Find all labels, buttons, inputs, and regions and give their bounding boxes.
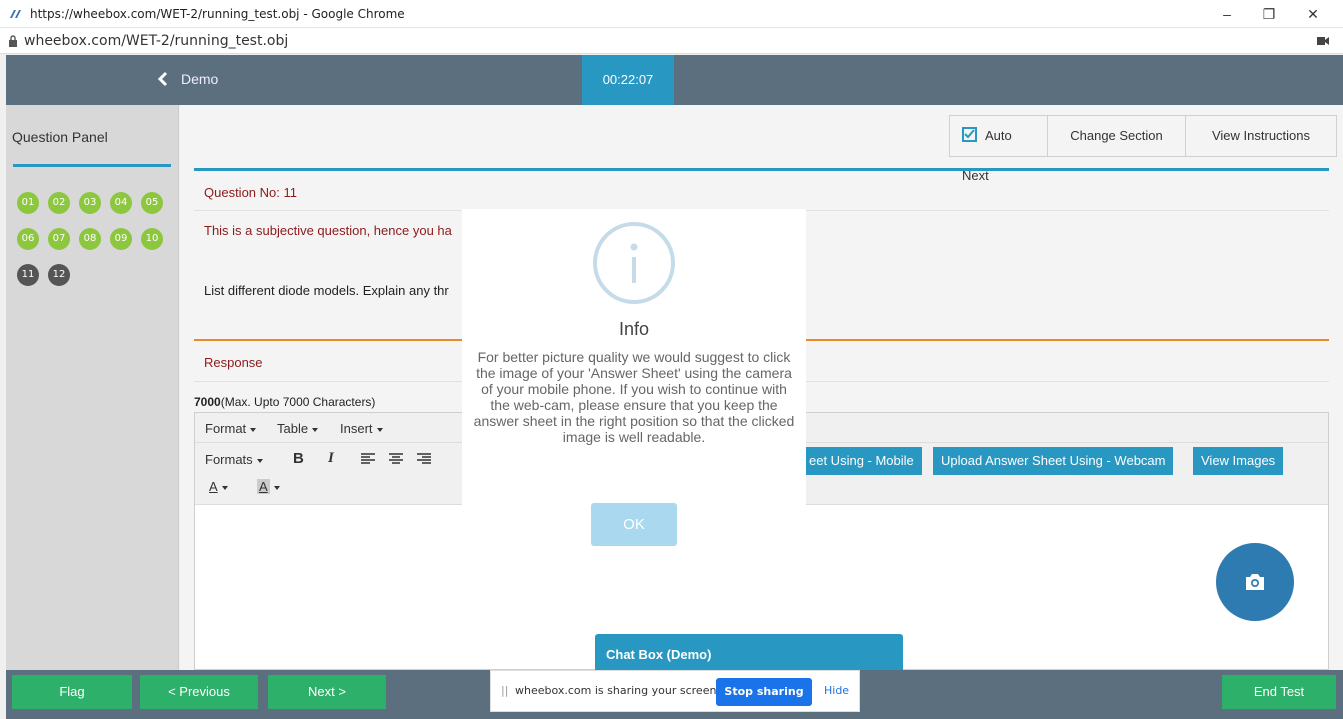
response-label: Response (204, 355, 263, 370)
question-bubble-05[interactable]: 05 (141, 192, 163, 214)
close-window-button[interactable]: ✕ (1295, 2, 1331, 26)
font-color-label: A (209, 479, 218, 494)
menu-insert[interactable]: Insert (340, 421, 383, 436)
caret-down-icon (221, 485, 228, 490)
menu-table-label: Table (277, 421, 309, 436)
modal-message: For better picture quality we would sugg… (473, 349, 795, 445)
upload-webcam-button[interactable]: Upload Answer Sheet Using - Webcam (933, 447, 1174, 475)
question-number: Question No: 11 (204, 185, 297, 200)
question-bubble-01[interactable]: 01 (17, 192, 39, 214)
camera-button[interactable] (1216, 543, 1294, 621)
formats-label: Formats (205, 452, 253, 467)
browser-title-bar: https://wheebox.com/WET-2/running_test.o… (0, 0, 1343, 28)
italic-button[interactable]: I (328, 450, 334, 467)
window-title: https://wheebox.com/WET-2/running_test.o… (30, 7, 405, 21)
chevron-left-icon[interactable] (156, 70, 170, 88)
minimize-button[interactable]: – (1209, 2, 1245, 26)
address-text: wheebox.com/WET-2/running_test.obj (24, 33, 289, 49)
align-center-icon[interactable] (389, 453, 403, 465)
share-message: wheebox.com is sharing your screen. (515, 684, 720, 697)
address-bar[interactable]: wheebox.com/WET-2/running_test.obj (0, 28, 1343, 54)
char-count-limit: (Max. Upto 7000 Characters) (220, 395, 376, 409)
question-bubble-07[interactable]: 07 (48, 228, 70, 250)
checkbox-checked-icon[interactable] (962, 127, 977, 143)
question-text: List different diode models. Explain any… (204, 283, 449, 298)
upload-mobile-button[interactable]: eet Using - Mobile (801, 447, 922, 475)
menu-format[interactable]: Format (205, 421, 257, 436)
camera-icon (1246, 574, 1264, 590)
question-bubble-09[interactable]: 09 (110, 228, 132, 250)
next-button[interactable]: Next > (268, 675, 386, 709)
question-bubble-04[interactable]: 04 (110, 192, 132, 214)
info-modal: Info For better picture quality we would… (462, 209, 806, 556)
chat-box-header[interactable]: Chat Box (Demo) (595, 634, 903, 670)
modal-title: Info (618, 319, 650, 339)
bg-color-button[interactable]: A (257, 479, 280, 494)
question-bubble-10[interactable]: 10 (141, 228, 163, 250)
question-panel: Question Panel 01 02 03 04 05 06 07 08 09 10 11 12 (6, 105, 179, 670)
stop-sharing-button[interactable]: Stop sharing (716, 678, 812, 706)
font-color-button[interactable]: A (209, 479, 228, 494)
top-toolbar: Auto Next Change Section View Instructio… (949, 115, 1337, 183)
bg-color-label: A (257, 479, 270, 494)
app-header: Demo 00:22:07 (6, 55, 1343, 105)
question-top-divider (194, 168, 1329, 171)
caret-down-icon (256, 458, 263, 463)
ok-button[interactable]: OK (591, 503, 677, 546)
menu-format-label: Format (205, 421, 247, 436)
question-bubble-02[interactable]: 02 (48, 192, 70, 214)
align-right-icon[interactable] (417, 453, 431, 465)
test-title: Demo (181, 71, 219, 87)
question-bubble-08[interactable]: 08 (79, 228, 101, 250)
camera-indicator-icon[interactable] (1317, 37, 1329, 45)
info-icon (593, 222, 675, 304)
caret-down-icon (376, 427, 383, 432)
panel-divider (13, 164, 171, 167)
menu-table[interactable]: Table (277, 421, 319, 436)
timer: 00:22:07 (582, 55, 674, 105)
menu-insert-label: Insert (340, 421, 373, 436)
view-instructions-button[interactable]: View Instructions (1186, 116, 1336, 156)
align-left-icon[interactable] (361, 453, 375, 465)
auto-next-toggle[interactable]: Auto Next (950, 116, 1048, 183)
caret-down-icon (250, 427, 257, 432)
site-favicon-icon (10, 10, 21, 18)
char-count: 7000(Max. Upto 7000 Characters) (194, 395, 375, 409)
char-count-value: 7000 (194, 395, 221, 409)
question-bubble-11[interactable]: 11 (17, 264, 39, 286)
bold-button[interactable]: B (293, 450, 304, 467)
question-bubble-03[interactable]: 03 (79, 192, 101, 214)
caret-down-icon (273, 485, 280, 490)
question-bubble-12[interactable]: 12 (48, 264, 70, 286)
previous-button[interactable]: < Previous (140, 675, 258, 709)
question-note: This is a subjective question, hence you… (204, 223, 452, 238)
question-bubble-06[interactable]: 06 (17, 228, 39, 250)
screen-share-notice: || wheebox.com is sharing your screen. S… (490, 670, 860, 712)
caret-down-icon (312, 427, 319, 432)
restore-button[interactable]: ❐ (1251, 2, 1287, 26)
hide-link[interactable]: Hide (824, 684, 849, 697)
view-images-button[interactable]: View Images (1193, 447, 1284, 475)
drag-handle-icon[interactable]: || (501, 684, 508, 697)
lock-icon (9, 35, 17, 47)
formats-dropdown[interactable]: Formats (205, 452, 263, 467)
change-section-button[interactable]: Change Section (1048, 116, 1186, 156)
end-test-button[interactable]: End Test (1222, 675, 1336, 709)
question-panel-title: Question Panel (12, 129, 108, 145)
flag-button[interactable]: Flag (12, 675, 132, 709)
